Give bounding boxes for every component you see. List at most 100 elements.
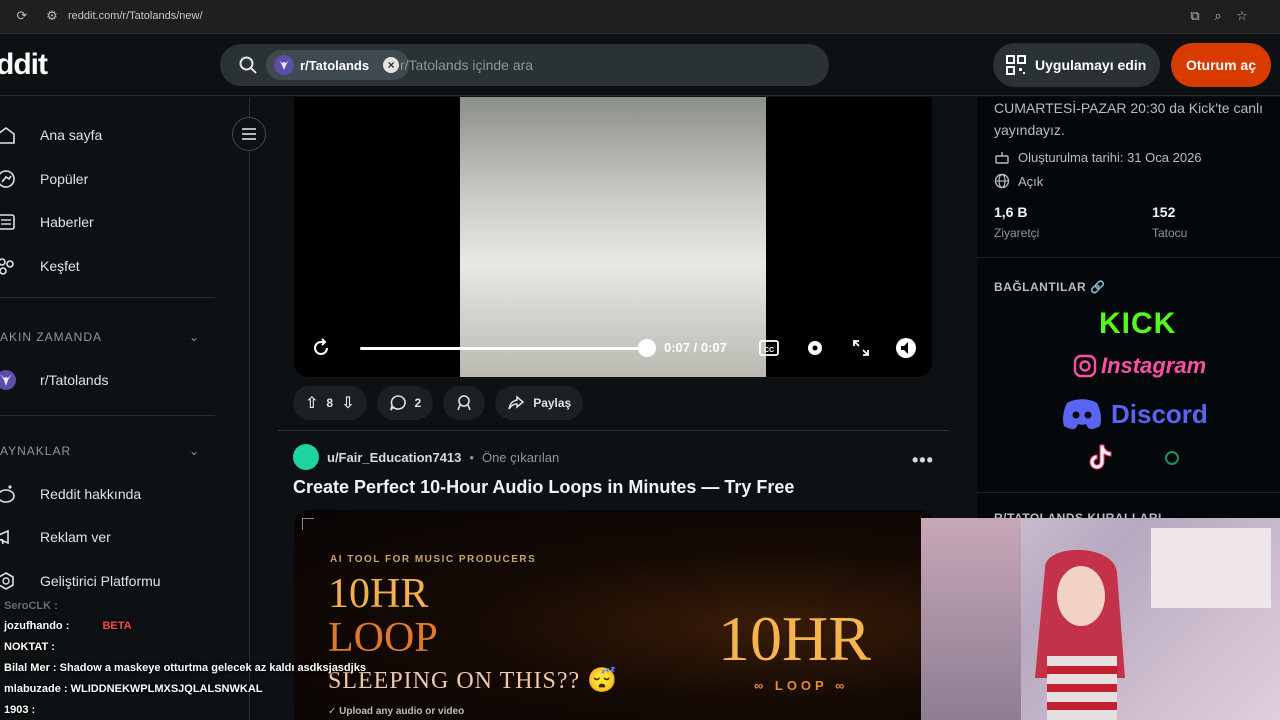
volume-icon[interactable] bbox=[895, 337, 917, 359]
webcam-background-left bbox=[921, 518, 1021, 720]
comment-icon bbox=[389, 395, 406, 411]
post-author[interactable]: u/Fair_Education7413 bbox=[327, 450, 461, 465]
sidebar-item-label: Reklam ver bbox=[40, 529, 111, 545]
members-count: 152 bbox=[1152, 204, 1176, 220]
kick-link[interactable]: KICK bbox=[1099, 307, 1176, 341]
resources-section-toggle[interactable]: AYNAKLAR ⌄ bbox=[0, 444, 200, 458]
sidebar-item-label: Ana sayfa bbox=[40, 127, 103, 143]
chat-message: SeroCLK : bbox=[4, 600, 58, 612]
tiktok-icon[interactable] bbox=[1083, 441, 1115, 473]
sidebar-item-tatolands[interactable]: r/Tatolands bbox=[0, 360, 230, 400]
discord-icon bbox=[1063, 399, 1101, 430]
sidebar-item-home[interactable]: Ana sayfa bbox=[0, 115, 230, 155]
chevron-down-icon: ⌄ bbox=[188, 330, 200, 344]
install-icon[interactable]: ⧉ bbox=[1187, 8, 1203, 24]
sidebar-item-label: Haberler bbox=[40, 214, 94, 230]
zoom-icon[interactable]: ⌕ bbox=[1210, 8, 1226, 24]
created-row: Oluşturulma tarihi: 31 Oca 2026 bbox=[994, 149, 1202, 165]
share-label: Paylaş bbox=[533, 396, 572, 410]
divider bbox=[0, 297, 215, 298]
webcam-shelf bbox=[1151, 528, 1271, 608]
sidebar-item-developer-platform[interactable]: Geliştirici Platformu bbox=[0, 561, 230, 601]
share-icon bbox=[508, 395, 525, 410]
vote-control: ⇧ 8 ⇩ bbox=[293, 386, 367, 420]
share-button[interactable]: Paylaş bbox=[495, 386, 584, 420]
award-icon bbox=[457, 395, 471, 411]
settings-gear-icon[interactable] bbox=[804, 337, 826, 359]
news-icon bbox=[0, 214, 15, 230]
instagram-icon bbox=[1073, 354, 1097, 378]
reload-icon[interactable]: ⟳ bbox=[14, 8, 30, 24]
site-header: ddit r/Tatolands × Uygulamayı edin Oturu… bbox=[0, 34, 1280, 96]
site-info-icon[interactable]: ⚙ bbox=[44, 8, 60, 24]
instagram-link[interactable]: Instagram bbox=[1073, 353, 1206, 379]
bookmark-star-icon[interactable]: ☆ bbox=[1234, 8, 1250, 24]
corner-mark bbox=[302, 518, 314, 530]
downvote-icon[interactable]: ⇩ bbox=[341, 393, 354, 413]
qr-code-icon bbox=[1006, 55, 1026, 75]
search-bar[interactable]: r/Tatolands × bbox=[220, 44, 829, 86]
popular-icon bbox=[0, 170, 15, 188]
chat-message: NOKTAT : bbox=[4, 641, 55, 653]
video-player[interactable]: 0:07 / 0:07 CC bbox=[294, 97, 932, 377]
visitors-label: Ziyaretçi bbox=[994, 226, 1040, 240]
megaphone-icon bbox=[0, 529, 9, 545]
menu-toggle-button[interactable] bbox=[232, 117, 266, 151]
upvote-icon[interactable]: ⇧ bbox=[305, 393, 318, 413]
home-icon bbox=[0, 127, 15, 144]
vote-count: 8 bbox=[326, 396, 334, 410]
recent-section-toggle[interactable]: AKIN ZAMANDA ⌄ bbox=[0, 330, 200, 344]
chip-label: r/Tatolands bbox=[300, 57, 370, 73]
address-bar[interactable]: reddit.com/r/Tatolands/new/ bbox=[68, 10, 203, 22]
recent-heading: AKIN ZAMANDA bbox=[0, 330, 103, 344]
sidebar-item-explore[interactable]: Keşfet bbox=[0, 246, 230, 286]
video-time: 0:07 / 0:07 bbox=[664, 340, 727, 355]
discord-link[interactable]: Discord bbox=[1061, 397, 1208, 431]
get-app-button[interactable]: Uygulamayı edin bbox=[993, 43, 1161, 87]
sidebar-item-label: Keşfet bbox=[40, 258, 80, 274]
search-input[interactable] bbox=[400, 44, 820, 86]
sidebar-item-advertise[interactable]: Reklam ver bbox=[0, 517, 230, 557]
visibility-row: Açık bbox=[994, 173, 1043, 189]
cake-icon bbox=[995, 152, 1009, 164]
reddit-logo[interactable]: ddit bbox=[0, 48, 48, 82]
post-divider bbox=[277, 430, 949, 431]
search-icon bbox=[239, 56, 257, 74]
get-app-label: Uygulamayı edin bbox=[1035, 57, 1147, 73]
divider bbox=[0, 415, 215, 416]
seek-bar[interactable] bbox=[360, 347, 648, 350]
links-heading: BAĞLANTILAR 🔗 bbox=[994, 280, 1106, 294]
login-button[interactable]: Oturum aç bbox=[1171, 43, 1271, 87]
streamer-figure bbox=[1035, 549, 1125, 720]
seek-handle[interactable] bbox=[638, 339, 656, 357]
captions-icon[interactable]: CC bbox=[758, 337, 780, 359]
visitors-count: 1,6 B bbox=[994, 204, 1028, 220]
discord-label: Discord bbox=[1111, 398, 1208, 429]
chevron-down-icon: ⌄ bbox=[188, 444, 200, 458]
svg-text:CC: CC bbox=[764, 347, 774, 354]
promoted-label: Öne çıkarılan bbox=[481, 449, 560, 465]
chat-text: jozufhando : bbox=[4, 620, 70, 632]
replay-icon[interactable] bbox=[310, 337, 332, 359]
explore-icon bbox=[0, 258, 14, 275]
sidebar-item-about-reddit[interactable]: Reddit hakkında bbox=[0, 474, 230, 514]
chat-message: 1903 : bbox=[4, 704, 36, 716]
post-meta: u/Fair_Education7413 • Öne çıkarılan bbox=[293, 444, 559, 470]
sidebar-item-popular[interactable]: Popüler bbox=[0, 159, 230, 199]
created-date: Oluşturulma tarihi: 31 Oca 2026 bbox=[1018, 149, 1202, 165]
ad-loop-label: ∞ LOOP ∞ bbox=[754, 678, 849, 693]
community-search-chip[interactable]: r/Tatolands × bbox=[266, 50, 410, 80]
chat-message: jozufhando : BETA bbox=[4, 620, 132, 632]
avatar[interactable] bbox=[293, 444, 319, 470]
sidebar-item-label: Geliştirici Platformu bbox=[40, 573, 161, 589]
comment-count: 2 bbox=[414, 396, 422, 410]
post-title[interactable]: Create Perfect 10-Hour Audio Loops in Mi… bbox=[293, 477, 794, 498]
small-ring-icon[interactable] bbox=[1163, 449, 1181, 467]
sidebar-item-news[interactable]: Haberler bbox=[0, 202, 230, 242]
close-icon[interactable]: × bbox=[383, 57, 400, 73]
members-label: Tatocu bbox=[1152, 226, 1188, 240]
comments-button[interactable]: 2 bbox=[376, 386, 434, 420]
more-options-button[interactable]: ••• bbox=[912, 450, 934, 471]
fullscreen-icon[interactable] bbox=[850, 337, 872, 359]
award-button[interactable] bbox=[443, 386, 486, 420]
